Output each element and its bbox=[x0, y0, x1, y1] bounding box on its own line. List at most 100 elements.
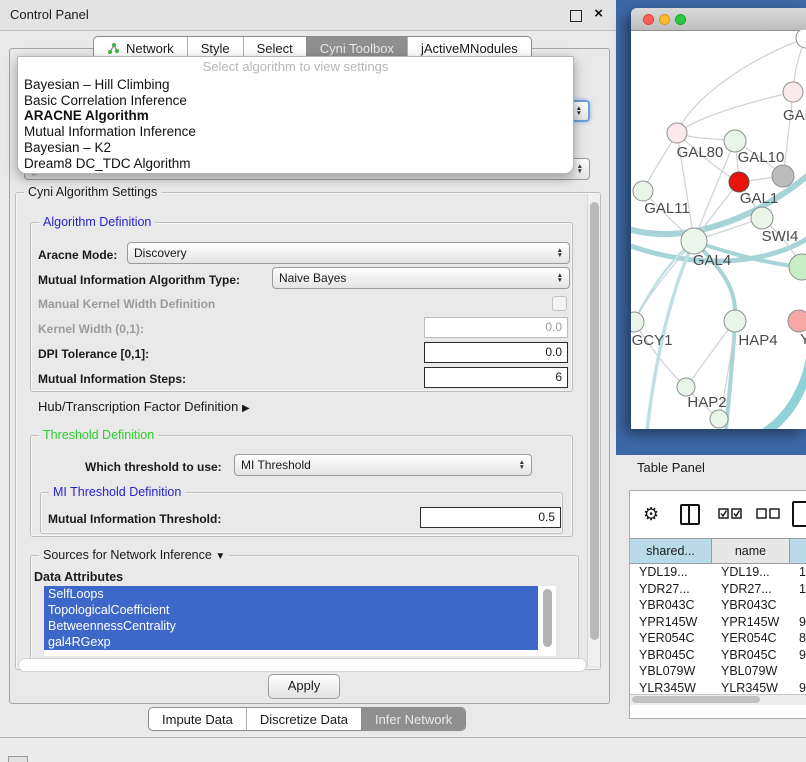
which-threshold-value: MI Threshold bbox=[241, 458, 311, 472]
mi-algorithm-type-label: Mutual Information Algorithm Type: bbox=[38, 273, 240, 287]
hub-definition-toggle[interactable]: Hub/Transcription Factor Definition ▶ bbox=[38, 399, 250, 414]
algorithm-option-bayesian-k2[interactable]: Bayesian – K2 bbox=[18, 140, 573, 156]
float-panel-icon[interactable] bbox=[570, 10, 582, 22]
table-row[interactable]: YDL19...YDL19...13 bbox=[630, 564, 806, 581]
sources-title[interactable]: Sources for Network Inference ▼ bbox=[39, 548, 229, 562]
table-row[interactable]: YBR045CYBR045C9. bbox=[630, 647, 806, 664]
table-horizontal-scrollbar[interactable] bbox=[630, 694, 806, 705]
table-cell: 13 bbox=[790, 564, 806, 581]
minimize-window-icon[interactable] bbox=[659, 14, 670, 25]
network-node-right-green[interactable] bbox=[789, 254, 806, 280]
network-window-titlebar[interactable] bbox=[631, 8, 806, 31]
network-node-GAL4[interactable] bbox=[681, 228, 707, 254]
network-node-bottom-partial[interactable] bbox=[710, 410, 728, 428]
table-row[interactable]: YBL079WYBL079W bbox=[630, 663, 806, 680]
table-row[interactable]: YLR345WYLR345W9. bbox=[630, 680, 806, 696]
mi-threshold-definition-title: MI Threshold Definition bbox=[49, 485, 185, 499]
network-node-GAL1[interactable] bbox=[751, 207, 773, 229]
network-node-label: GAL bbox=[783, 107, 806, 124]
tab-label: jActiveMNodules bbox=[421, 41, 518, 56]
network-node-HAP4[interactable] bbox=[724, 310, 746, 332]
algorithm-option-mutual-information-inference[interactable]: Mutual Information Inference bbox=[18, 124, 573, 140]
column-header-2[interactable] bbox=[790, 538, 806, 564]
table-cell: YLR345W bbox=[712, 680, 790, 696]
table-panel: Table Panel ⚙ shared...name YDL19...YDL1… bbox=[616, 455, 806, 737]
select-all-checkboxes-icon[interactable] bbox=[718, 508, 742, 520]
mi-algorithm-type-combo[interactable]: Naive Bayes ▲▼ bbox=[272, 267, 570, 289]
tab-impute-data[interactable]: Impute Data bbox=[149, 708, 246, 730]
mi-steps-label: Mutual Information Steps: bbox=[38, 372, 186, 386]
scrollbar-thumb[interactable] bbox=[543, 589, 552, 647]
zoom-window-icon[interactable] bbox=[675, 14, 686, 25]
network-node-gray-node[interactable] bbox=[772, 165, 794, 187]
attribute-item-gal4rgexp[interactable]: gal4RGexp bbox=[44, 634, 538, 650]
attribute-item-topologicalcoefficient[interactable]: TopologicalCoefficient bbox=[44, 602, 538, 618]
attributes-vertical-scrollbar[interactable] bbox=[542, 588, 553, 654]
gear-icon[interactable]: ⚙ bbox=[643, 504, 659, 525]
mi-threshold-field[interactable]: 0.5 bbox=[420, 507, 561, 528]
tab-discretize-data[interactable]: Discretize Data bbox=[246, 708, 361, 730]
network-node-GAL11[interactable] bbox=[633, 181, 653, 201]
manual-kernel-width-label: Manual Kernel Width Definition bbox=[38, 297, 215, 311]
dpi-tolerance-field[interactable]: 0.0 bbox=[424, 342, 568, 363]
application-window: Control Panel × NetworkStyleSelectCyni T… bbox=[0, 0, 806, 762]
tab-label: Impute Data bbox=[162, 712, 233, 727]
export-table-icon[interactable] bbox=[792, 501, 806, 527]
mi-steps-field[interactable]: 6 bbox=[424, 367, 568, 388]
table-row[interactable]: YBR043CYBR043C bbox=[630, 597, 806, 614]
table-cell: YER054C bbox=[712, 630, 790, 647]
node-table: ⚙ shared...name YDL19...YDL19...13YDR27.… bbox=[629, 490, 806, 719]
attribute-item-selfloops[interactable]: SelfLoops bbox=[44, 586, 538, 602]
algorithm-option-dream8-dc-tdc-algorithm[interactable]: Dream8 DC_TDC Algorithm bbox=[18, 156, 573, 172]
algorithm-option-aracne-algorithm[interactable]: ARACNE Algorithm bbox=[18, 108, 573, 124]
table-cell: YDR27... bbox=[712, 581, 790, 598]
manual-kernel-width-checkbox[interactable] bbox=[552, 296, 567, 311]
cyni-algorithm-settings-title: Cyni Algorithm Settings bbox=[24, 185, 161, 199]
column-header-shared-[interactable]: shared... bbox=[630, 538, 712, 564]
which-threshold-combo[interactable]: MI Threshold ▲▼ bbox=[234, 454, 532, 476]
aracne-mode-combo[interactable]: Discovery ▲▼ bbox=[127, 242, 570, 264]
table-row[interactable]: YER054CYER054C8. bbox=[630, 630, 806, 647]
settings-vertical-scrollbar[interactable] bbox=[587, 194, 600, 666]
kernel-width-field[interactable]: 0.0 bbox=[424, 317, 568, 338]
network-node-red-node[interactable] bbox=[729, 172, 749, 192]
deselect-all-checkboxes-icon[interactable] bbox=[756, 508, 780, 520]
table-cell: YDL19... bbox=[712, 564, 790, 581]
settings-horizontal-scrollbar[interactable] bbox=[18, 658, 587, 672]
algorithm-option-basic-correlation-inference[interactable]: Basic Correlation Inference bbox=[18, 93, 573, 109]
data-attributes-list[interactable]: SelfLoopsTopologicalCoefficientBetweenne… bbox=[44, 586, 556, 656]
close-window-icon[interactable] bbox=[643, 14, 654, 25]
scrollbar-thumb[interactable] bbox=[590, 202, 599, 640]
column-header-name[interactable]: name bbox=[712, 538, 790, 564]
table-cell: YBL079W bbox=[630, 663, 712, 680]
table-row[interactable]: YPR145WYPR145W9. bbox=[630, 614, 806, 631]
network-node-gal-right[interactable] bbox=[783, 82, 803, 102]
network-edge[interactable] bbox=[767, 348, 806, 429]
network-canvas[interactable]: GALGAL80GAL10GAL1GAL11SWI4GAL4GCY1HAP4YH… bbox=[631, 30, 806, 429]
network-edge[interactable] bbox=[783, 92, 793, 176]
network-node-GAL80[interactable] bbox=[667, 123, 687, 143]
tab-label: Style bbox=[201, 41, 230, 56]
network-node-GCY1[interactable] bbox=[631, 312, 644, 332]
network-edge[interactable] bbox=[677, 92, 793, 133]
apply-button[interactable]: Apply bbox=[268, 674, 340, 699]
network-node-label: GCY1 bbox=[632, 332, 673, 349]
attribute-item-betweennesscentrality[interactable]: BetweennessCentrality bbox=[44, 618, 538, 634]
combo-spinner-icon: ▲▼ bbox=[513, 460, 525, 470]
close-panel-icon[interactable]: × bbox=[594, 5, 603, 22]
combo-spinner-icon: ▲▼ bbox=[551, 273, 563, 283]
collapsed-panel-icon[interactable] bbox=[8, 756, 28, 762]
scrollbar-thumb[interactable] bbox=[632, 696, 760, 703]
table-cell: YLR345W bbox=[630, 680, 712, 696]
columns-icon[interactable] bbox=[680, 504, 700, 525]
network-node-top-partial[interactable] bbox=[796, 30, 806, 48]
table-row[interactable]: YDR27...YDR27...12 bbox=[630, 581, 806, 598]
network-graph: GALGAL80GAL10GAL1GAL11SWI4GAL4GCY1HAP4YH… bbox=[631, 30, 806, 429]
kernel-width-label: Kernel Width (0,1): bbox=[38, 322, 144, 336]
dpi-tolerance-label: DPI Tolerance [0,1]: bbox=[38, 347, 149, 361]
network-node-label: GAL11 bbox=[644, 200, 690, 217]
tab-infer-network[interactable]: Infer Network bbox=[361, 708, 465, 730]
network-node-salmon-node[interactable] bbox=[788, 310, 806, 332]
network-node-label: GAL10 bbox=[738, 149, 785, 166]
algorithm-option-bayesian-hill-climbing[interactable]: Bayesian – Hill Climbing bbox=[18, 77, 573, 93]
